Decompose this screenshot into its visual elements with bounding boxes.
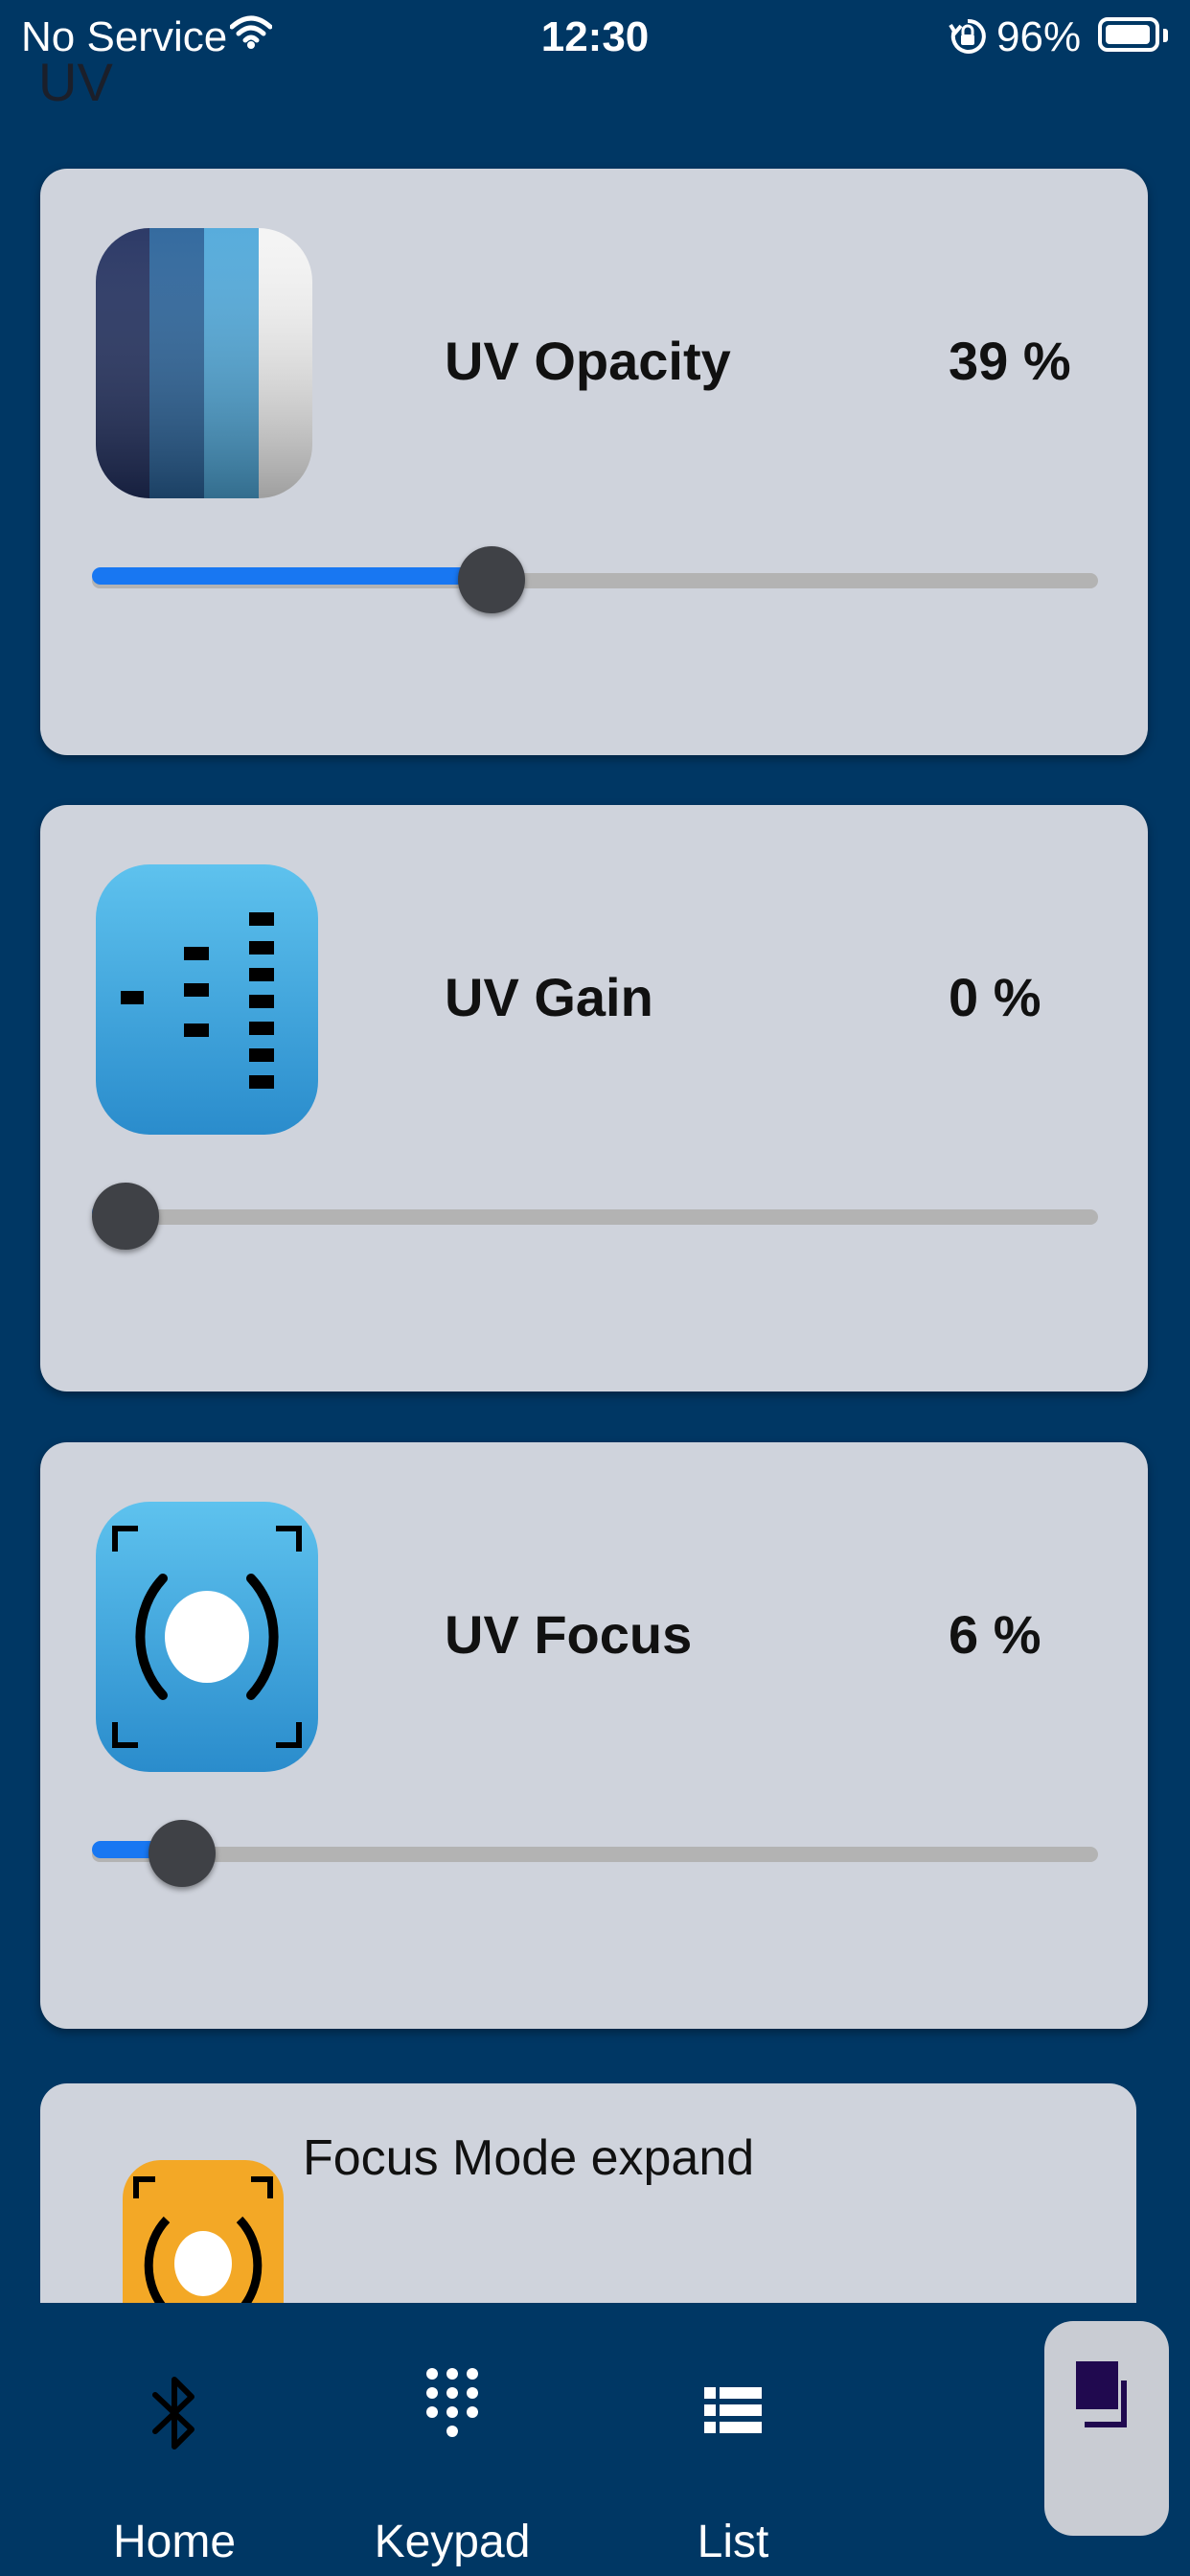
- tab-list-label: List: [697, 2517, 769, 2567]
- uv-gain-value: 0 %: [949, 967, 1041, 1027]
- uv-gain-slider[interactable]: [92, 1179, 1098, 1255]
- page-title: UV: [38, 52, 113, 112]
- uv-focus-label: UV Focus: [445, 1604, 693, 1665]
- keypad-icon: [328, 2368, 577, 2475]
- uv-opacity-label: UV Opacity: [445, 331, 731, 391]
- uv-gain-label: UV Gain: [445, 967, 653, 1027]
- uv-opacity-card: UV Opacity 39 %: [40, 169, 1148, 755]
- uv-focus-slider[interactable]: [92, 1816, 1098, 1893]
- tab-keypad[interactable]: Keypad: [328, 2303, 577, 2576]
- copy-window-button[interactable]: [1044, 2321, 1169, 2536]
- uv-opacity-value: 39 %: [949, 331, 1071, 391]
- focus-mode-title: Focus Mode expand: [303, 2130, 755, 2186]
- orientation-lock-icon: [949, 17, 987, 60]
- tab-home[interactable]: Home: [50, 2303, 299, 2576]
- slider-fill: [92, 567, 492, 585]
- copy-window-icon: [1044, 2321, 1169, 2536]
- tab-bar: Home Keypad List: [0, 2303, 1190, 2576]
- slider-thumb[interactable]: [92, 1183, 159, 1250]
- slider-thumb[interactable]: [458, 546, 526, 613]
- list-icon: [608, 2370, 858, 2475]
- status-bar: No Service 12:30 96%: [0, 0, 1190, 77]
- gain-bars-icon: [96, 864, 318, 1135]
- bluetooth-icon: [50, 2370, 299, 2475]
- slider-track: [92, 1209, 1098, 1225]
- slider-track: [92, 1847, 1098, 1862]
- uv-focus-card: UV Focus 6 %: [40, 1442, 1148, 2029]
- uv-opacity-slider[interactable]: [92, 542, 1098, 619]
- battery-percent: 96%: [996, 13, 1082, 60]
- uv-gain-card: UV Gain 0 %: [40, 805, 1148, 1392]
- tab-home-label: Home: [112, 2517, 237, 2567]
- tab-list[interactable]: List: [608, 2303, 858, 2576]
- uv-focus-value: 6 %: [949, 1604, 1041, 1665]
- slider-thumb[interactable]: [148, 1820, 216, 1887]
- opacity-stripes-icon: [96, 228, 312, 498]
- tab-keypad-label: Keypad: [374, 2517, 531, 2567]
- focus-target-icon: [96, 1502, 318, 1772]
- battery-icon: [1098, 17, 1159, 52]
